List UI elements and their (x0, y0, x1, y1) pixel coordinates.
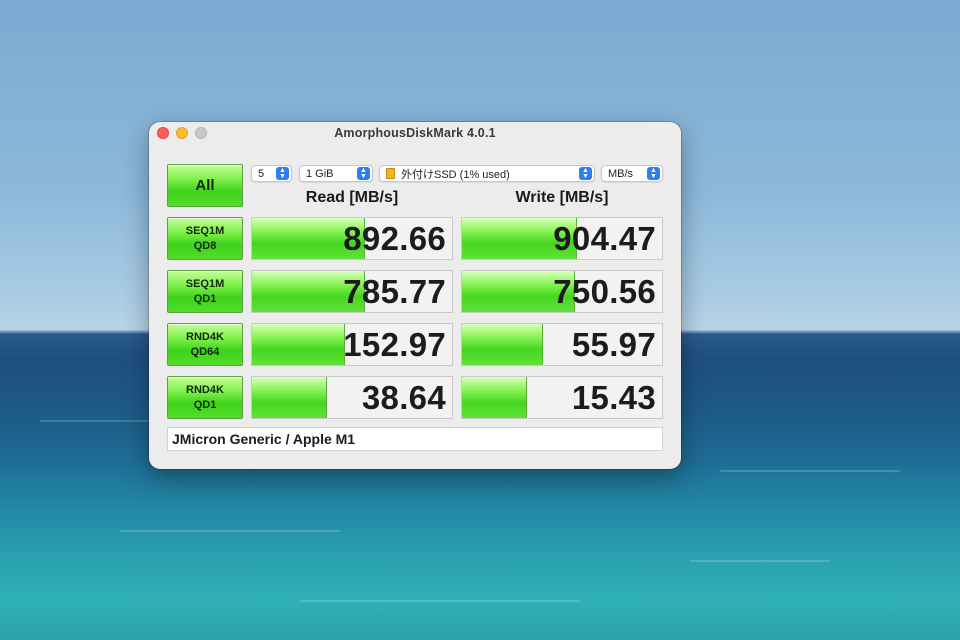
read-value: 152.97 (343, 325, 446, 363)
write-bar (462, 324, 543, 365)
write-result-seq1m-qd1: 750.56 (461, 270, 663, 313)
test-queue-depth: QD64 (190, 345, 220, 358)
write-value: 750.56 (553, 272, 656, 310)
test-queue-depth: QD8 (193, 239, 217, 252)
unit-select[interactable]: MB/s ▲ ▼ (601, 165, 663, 182)
test-button-seq1m-qd8[interactable]: SEQ1M QD8 (167, 217, 243, 260)
test-name: SEQ1M (185, 224, 225, 237)
window-controls (157, 127, 207, 139)
chevron-updown-icon: ▲ ▼ (276, 167, 289, 180)
write-column-header: Write [MB/s] (515, 189, 609, 206)
wave-line (120, 530, 340, 532)
write-result-seq1m-qd8: 904.47 (461, 217, 663, 260)
test-button-rnd4k-qd64[interactable]: RND4K QD64 (167, 323, 243, 366)
read-value: 38.64 (361, 378, 446, 416)
wave-line (720, 470, 900, 472)
read-result-seq1m-qd8: 892.66 (251, 217, 453, 260)
test-name: RND4K (186, 383, 224, 396)
drive-select[interactable]: 外付けSSD (1% used) ▲ ▼ (379, 165, 595, 182)
chevron-updown-icon: ▲ ▼ (579, 167, 592, 180)
read-bar (252, 324, 345, 365)
drive-value: 外付けSSD (1% used) (401, 168, 510, 181)
comment-field[interactable]: JMicron Generic / Apple M1 (167, 427, 663, 451)
read-result-rnd4k-qd1: 38.64 (251, 376, 453, 419)
test-queue-depth: QD1 (193, 398, 217, 411)
external-drive-icon (386, 168, 395, 179)
test-name: RND4K (186, 330, 224, 343)
test-size-select[interactable]: 1 GiB ▲ ▼ (299, 165, 373, 182)
write-result-rnd4k-qd64: 55.97 (461, 323, 663, 366)
test-name: SEQ1M (185, 277, 225, 290)
test-count-value: 5 (258, 167, 265, 180)
read-value: 892.66 (343, 219, 446, 257)
chevron-updown-icon: ▲ ▼ (357, 167, 370, 180)
read-result-seq1m-qd1: 785.77 (251, 270, 453, 313)
read-column-header: Read [MB/s] (305, 189, 399, 206)
test-queue-depth: QD1 (193, 292, 217, 305)
read-result-rnd4k-qd64: 152.97 (251, 323, 453, 366)
test-size-value: 1 GiB (306, 167, 334, 180)
write-value: 55.97 (571, 325, 656, 363)
test-count-select[interactable]: 5 ▲ ▼ (251, 165, 292, 182)
write-bar (462, 377, 527, 418)
read-bar (252, 377, 327, 418)
wave-line (690, 560, 830, 562)
zoom-window-button[interactable] (195, 127, 207, 139)
write-value: 904.47 (553, 219, 656, 257)
read-value: 785.77 (343, 272, 446, 310)
run-all-label: All (195, 177, 215, 194)
minimize-window-button[interactable] (176, 127, 188, 139)
write-value: 15.43 (571, 378, 656, 416)
close-window-button[interactable] (157, 127, 169, 139)
run-all-button[interactable]: All (167, 164, 243, 207)
wave-line (300, 600, 580, 602)
window-title: AmorphousDiskMark 4.0.1 (334, 126, 496, 140)
test-button-rnd4k-qd1[interactable]: RND4K QD1 (167, 376, 243, 419)
test-button-seq1m-qd1[interactable]: SEQ1M QD1 (167, 270, 243, 313)
title-bar: AmorphousDiskMark 4.0.1 (149, 122, 681, 144)
app-window: AmorphousDiskMark 4.0.1 All 5 ▲ ▼ 1 GiB ▲… (149, 122, 681, 469)
unit-value: MB/s (608, 167, 634, 180)
chevron-updown-icon: ▲ ▼ (647, 167, 660, 180)
write-result-rnd4k-qd1: 15.43 (461, 376, 663, 419)
